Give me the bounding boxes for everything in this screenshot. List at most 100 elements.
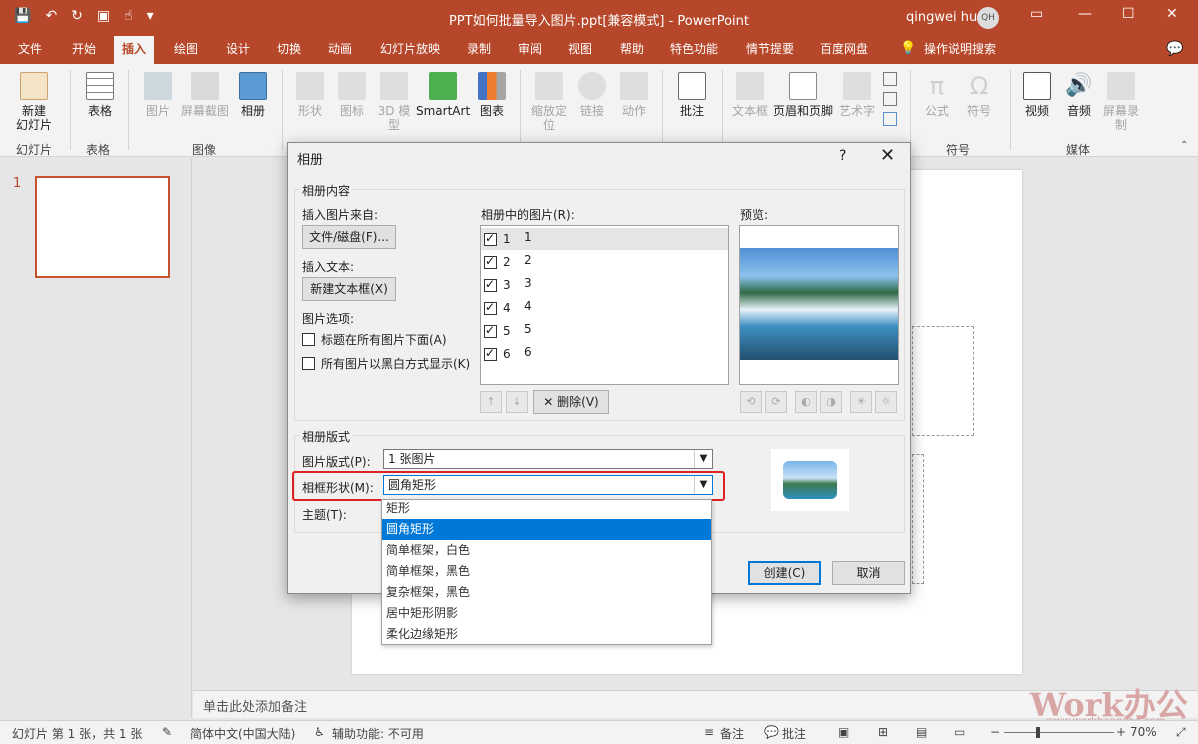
tab-record[interactable]: 录制 [459,36,499,64]
move-up-icon[interactable]: ↑ [480,391,502,413]
tab-slideshow[interactable]: 幻灯片放映 [372,36,448,64]
avatar[interactable]: QH [977,7,999,29]
language-status[interactable]: 简体中文(中国大陆) [190,725,295,742]
zoom-button[interactable]: 缩放定位 [526,72,572,132]
tab-review[interactable]: 审阅 [510,36,550,64]
tab-file[interactable]: 文件 [10,36,50,64]
maximize-icon[interactable]: ☐ [1122,6,1135,22]
close-icon[interactable]: ✕ [880,145,895,166]
tab-draw[interactable]: 绘图 [166,36,206,64]
dropdown-option[interactable]: 柔化边缘矩形 [382,624,711,645]
link-button[interactable]: 链接 [576,72,608,118]
accessibility-status[interactable]: 辅助功能: 不可用 [332,725,424,742]
collapse-ribbon-icon[interactable]: ⌃ [1180,140,1188,151]
tab-storyboard[interactable]: 情节提要 [738,36,802,64]
caption-below-checkbox[interactable] [302,333,315,346]
tab-home[interactable]: 开始 [64,36,104,64]
rotate-left-icon[interactable]: ⟲ [740,391,762,413]
equation-button[interactable]: π 公式 [918,72,956,118]
list-item[interactable]: 2 2 [481,251,728,273]
ribbon-display-icon[interactable]: ▭ [1030,6,1043,22]
picture-checkbox[interactable] [484,277,497,292]
user-name[interactable]: qingwei hu [906,10,977,25]
picture-checkbox[interactable] [484,231,497,246]
dropdown-option[interactable]: 居中矩形阴影 [382,603,711,624]
reading-view-icon[interactable]: ▤ [916,725,927,739]
notes-button[interactable]: 备注 [720,725,744,742]
spellcheck-icon[interactable]: ✎ [162,725,172,739]
dropdown-option[interactable]: 简单框架，白色 [382,540,711,561]
dropdown-option[interactable]: 简单框架，黑色 [382,561,711,582]
wordart-button[interactable]: 艺术字 [836,72,878,118]
new-textbox-button[interactable]: 新建文本框(X) [302,277,396,301]
picture-checkbox[interactable] [484,346,497,361]
dropdown-option[interactable]: 圆角矩形 [382,519,711,540]
tab-design[interactable]: 设计 [218,36,258,64]
action-button[interactable]: 动作 [616,72,652,118]
tab-baidu[interactable]: 百度网盘 [812,36,876,64]
screen-record-button[interactable]: 屏幕录制 [1100,72,1142,132]
subtitle-placeholder[interactable] [912,454,924,584]
delete-button[interactable]: ✕ 删除(V) [533,390,609,414]
picture-checkbox[interactable] [484,300,497,315]
picture-checkbox[interactable] [484,323,497,338]
list-item[interactable]: 3 3 [481,274,728,296]
contrast-up-icon[interactable]: ◐ [795,391,817,413]
shapes-button[interactable]: 形状 [290,72,330,118]
photo-album-button[interactable]: 相册 [233,72,273,118]
brightness-down-icon[interactable]: ☼ [875,391,897,413]
dropdown-option[interactable]: 复杂框架，黑色 [382,582,711,603]
title-placeholder[interactable] [912,326,974,436]
comments-button[interactable]: 批注 [782,725,806,742]
list-item[interactable]: 4 4 [481,297,728,319]
header-footer-button[interactable]: 页眉和页脚 [772,72,834,118]
fit-slide-icon[interactable]: ⤢ [1176,725,1186,740]
symbol-button[interactable]: Ω 符号 [960,72,998,118]
comment-button[interactable]: 批注 [672,72,712,118]
zoom-slider[interactable] [1004,732,1114,733]
brightness-up-icon[interactable]: ☀ [850,391,872,413]
dropdown-option[interactable]: 矩形 [382,498,711,519]
list-item[interactable]: 1 1 [481,228,728,250]
tab-animations[interactable]: 动画 [320,36,360,64]
tab-insert[interactable]: 插入 [114,36,155,64]
slideshow-view-icon[interactable]: ▭ [954,725,965,739]
text-more-buttons[interactable] [880,72,900,126]
zoom-out-icon[interactable]: − [990,725,1000,739]
icons-button[interactable]: 图标 [332,72,372,118]
tab-view[interactable]: 视图 [560,36,600,64]
slide-sorter-icon[interactable]: ⊞ [878,725,888,739]
tab-help[interactable]: 帮助 [612,36,652,64]
textbox-button[interactable]: 文本框 [728,72,772,118]
file-disk-button[interactable]: 文件/磁盘(F)... [302,225,396,249]
audio-button[interactable]: 🔊 音频 [1060,72,1098,118]
help-button[interactable]: ? [839,148,846,164]
normal-view-icon[interactable]: ▣ [838,725,849,739]
zoom-in-icon[interactable]: + [1116,725,1126,739]
chart-button[interactable]: 图表 [474,72,510,118]
tell-me-search[interactable]: 操作说明搜索 [916,36,1004,64]
cancel-button[interactable]: 取消 [832,561,905,585]
list-item[interactable]: 5 5 [481,320,728,342]
smartart-button[interactable]: SmartArt [416,72,470,118]
tab-features[interactable]: 特色功能 [662,36,726,64]
rotate-right-icon[interactable]: ⟳ [765,391,787,413]
frame-shape-select[interactable]: 圆角矩形 ▼ [383,475,713,495]
screenshot-button[interactable]: 屏幕截图 [178,72,232,118]
picture-layout-select[interactable]: 1 张图片 ▼ [383,449,713,469]
minimize-icon[interactable]: — [1078,6,1092,22]
tab-transitions[interactable]: 切换 [269,36,309,64]
slide-thumbnail[interactable] [35,176,170,278]
zoom-level[interactable]: 70% [1130,725,1157,739]
contrast-down-icon[interactable]: ◑ [820,391,842,413]
zoom-slider-thumb[interactable] [1036,727,1040,738]
close-window-icon[interactable]: ✕ [1166,6,1178,22]
table-button[interactable]: 表格 [80,72,120,118]
list-item[interactable]: 6 6 [481,343,728,365]
video-button[interactable]: 视频 [1018,72,1056,118]
picture-checkbox[interactable] [484,254,497,269]
comment-pane-icon[interactable]: 💬 [1166,41,1183,57]
create-button[interactable]: 创建(C) [748,561,821,585]
3d-model-button[interactable]: 3D 模型 [372,72,416,132]
move-down-icon[interactable]: ↓ [506,391,528,413]
